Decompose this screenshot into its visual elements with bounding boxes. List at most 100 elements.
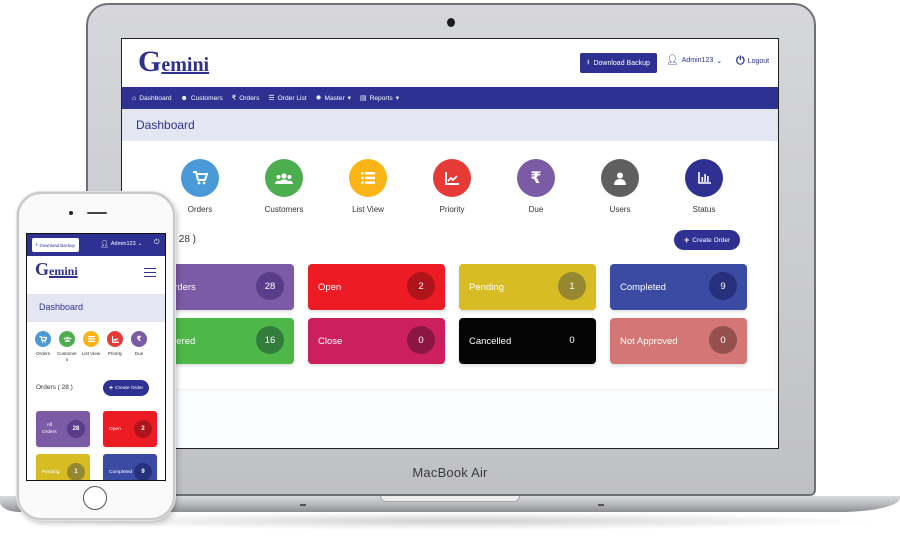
laptop-camera — [447, 18, 455, 27]
user-menu[interactable]: 👤︎ Admin123 ⌄ — [666, 55, 722, 66]
mobile-page-title-bar: Dashboard — [27, 294, 165, 322]
count-badge: 9 — [709, 272, 737, 300]
rupee-icon: ₹ — [231, 95, 237, 102]
chart-icon — [107, 331, 123, 347]
status-tile-not-approved[interactable]: Not Approved 0 — [610, 318, 747, 364]
mobile-orders-heading: Orders ( 28 ) — [36, 384, 73, 391]
customers-icon — [265, 159, 303, 197]
plus-icon: + — [109, 384, 114, 392]
quick-link-users[interactable]: Users — [590, 159, 650, 214]
quick-link-orders[interactable]: Orders — [170, 159, 230, 214]
nav-customers[interactable]: ☻ Customers — [181, 95, 223, 102]
quick-link-due[interactable]: ₹ Due — [506, 159, 566, 214]
mobile-tile-open[interactable]: Open 2 — [103, 411, 157, 447]
count-badge: 2 — [134, 420, 152, 438]
dashboard-card: Orders Customers List View Priority ₹ Du… — [122, 141, 774, 389]
download-icon: ⭳ — [36, 242, 38, 247]
mobile-tile-completed[interactable]: Completed 9 — [103, 454, 157, 480]
quick-link-status[interactable]: Status — [674, 159, 734, 214]
create-order-button[interactable]: + Create Order — [674, 230, 741, 250]
nav-orders[interactable]: ₹ Orders — [231, 94, 260, 103]
phone-home-button[interactable] — [83, 486, 107, 510]
phone-frame: ⭳ Download Backup 👤︎ Admin123 ⌄ ⏻ Gemini… — [17, 192, 175, 520]
logout-button[interactable]: ⏻ Logout — [736, 55, 769, 68]
rupee-icon: ₹ — [517, 159, 555, 197]
bar-chart-icon — [685, 159, 723, 197]
phone-camera — [69, 211, 73, 215]
quick-link-priority[interactable]: Priority — [422, 159, 482, 214]
page-title-bar: Dashboard — [122, 109, 778, 141]
mobile-top-bar: ⭳ Download Backup 👤︎ Admin123 ⌄ ⏻ — [27, 234, 165, 256]
count-badge: 2 — [407, 272, 435, 300]
dashboard-icon: ⌂ — [132, 94, 137, 102]
laptop-notch — [380, 496, 520, 502]
mobile-quick-link-orders[interactable]: Orders — [32, 331, 54, 357]
nav-dashboard[interactable]: ⌂ Dashboard — [132, 95, 172, 102]
power-icon: ⏻ — [736, 55, 745, 67]
count-badge: 1 — [558, 272, 586, 300]
count-badge: 0 — [407, 326, 435, 354]
quick-link-list-view[interactable]: List View — [338, 159, 398, 214]
mobile-tile-all-orders[interactable]: All Orders 28 — [36, 411, 90, 447]
count-badge: 28 — [256, 272, 284, 300]
nav-order-list[interactable]: ☰ Order List — [268, 94, 306, 103]
quick-link-customers[interactable]: Customers — [254, 159, 314, 214]
laptop-foot — [300, 504, 306, 506]
document-icon: ▤ — [359, 95, 367, 102]
mobile-quick-link-due[interactable]: ₹ Due — [128, 331, 150, 357]
count-badge: 1 — [67, 463, 85, 480]
status-tile-completed[interactable]: Completed 9 — [610, 264, 747, 310]
mobile-page-title: Dashboard — [39, 302, 84, 312]
page-footer-area — [122, 391, 778, 448]
laptop-screen: Gemini ⭳ Download Backup 👤︎ Admin123 ⌄ ⏻… — [121, 38, 779, 449]
rupee-icon: ₹ — [131, 331, 147, 347]
count-badge: 16 — [256, 326, 284, 354]
page-title: Dashboard — [136, 118, 195, 132]
mobile-quick-link-customers[interactable]: Customers — [56, 331, 78, 362]
laptop-foot — [598, 504, 604, 506]
nav-reports[interactable]: ▤ Reports ▾ — [359, 94, 399, 103]
status-tile-pending[interactable]: Pending 1 — [459, 264, 596, 310]
gear-icon: ✹ — [315, 95, 322, 102]
count-badge: 0 — [709, 326, 737, 354]
chart-icon — [433, 159, 471, 197]
mobile-power-icon[interactable]: ⏻ — [154, 239, 160, 247]
chevron-down-icon: ⌄ — [137, 241, 143, 247]
chevron-down-icon: ⌄ — [716, 57, 723, 65]
download-backup-button[interactable]: ⭳ Download Backup — [580, 53, 657, 73]
list-icon — [349, 159, 387, 197]
mobile-download-backup-button[interactable]: ⭳ Download Backup — [32, 238, 79, 252]
count-badge: 0 — [558, 326, 586, 354]
list-icon: ☰ — [268, 95, 275, 102]
list-icon — [83, 331, 99, 347]
status-tile-cancelled[interactable]: Cancelled 0 — [459, 318, 596, 364]
phone-speaker — [87, 212, 107, 214]
mobile-user-menu[interactable]: 👤︎ Admin123 ⌄ — [100, 240, 142, 248]
mobile-gemini-logo[interactable]: Gemini — [35, 260, 78, 280]
mobile-tile-pending[interactable]: Pending 1 — [36, 454, 90, 480]
cart-icon — [35, 331, 51, 347]
count-badge: 9 — [134, 463, 152, 480]
user-icon — [601, 159, 639, 197]
nav-master[interactable]: ✹ Master ▾ — [315, 94, 351, 103]
cart-icon — [181, 159, 219, 197]
gemini-logo[interactable]: Gemini — [138, 47, 209, 77]
app-header: Gemini ⭳ Download Backup 👤︎ Admin123 ⌄ ⏻… — [122, 39, 778, 87]
main-nav: ⌂ Dashboard ☻ Customers ₹ Orders ☰ Order Lis… — [122, 87, 778, 109]
user-icon: 👤︎ — [100, 241, 109, 248]
customers-icon — [59, 331, 75, 347]
count-badge: 28 — [67, 420, 85, 438]
phone-screen: ⭳ Download Backup 👤︎ Admin123 ⌄ ⏻ Gemini… — [26, 233, 166, 481]
mobile-quick-link-priority[interactable]: Priority — [104, 331, 126, 357]
download-icon: ⭳ — [587, 58, 590, 66]
user-icon: 👤︎ — [666, 55, 679, 66]
mobile-create-order-button[interactable]: + Create Order — [103, 380, 150, 396]
mobile-quick-link-list-view[interactable]: List View — [80, 331, 102, 357]
caret-down-icon: ▾ — [347, 95, 351, 102]
plus-icon: + — [684, 235, 690, 245]
status-tile-open[interactable]: Open 2 — [308, 264, 445, 310]
customers-icon: ☻ — [180, 94, 188, 102]
caret-down-icon: ▾ — [395, 95, 399, 102]
hamburger-menu-icon[interactable] — [144, 268, 156, 277]
status-tile-close[interactable]: Close 0 — [308, 318, 445, 364]
